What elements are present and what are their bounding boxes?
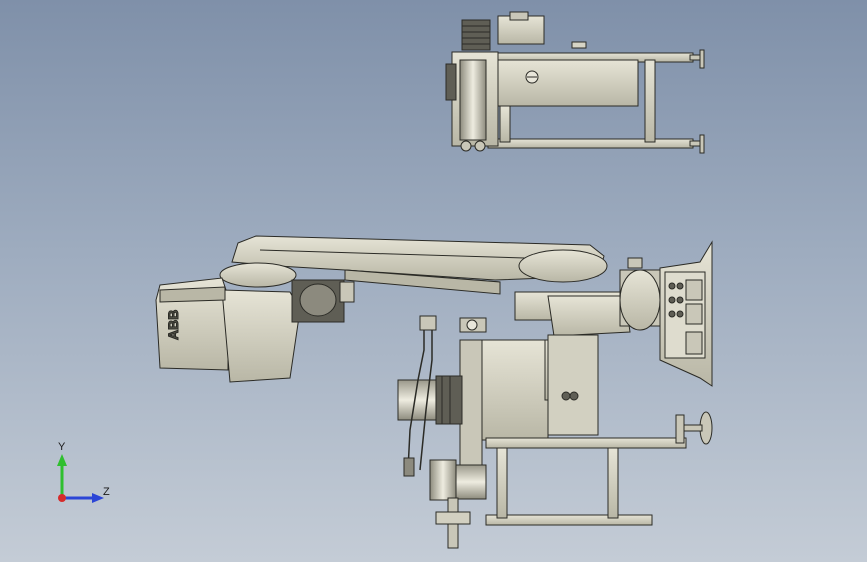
- top-view-assembly: [445, 11, 705, 154]
- y-axis-label: Y: [58, 441, 66, 453]
- x-axis-dot: [58, 494, 66, 502]
- leveling-foot: [689, 49, 705, 154]
- abb-logo: ABB: [165, 310, 181, 340]
- robot-assembly-drawing: ABB: [155, 11, 713, 549]
- cad-viewport[interactable]: ABB Y Z: [0, 0, 867, 562]
- z-axis-label: Z: [103, 486, 110, 498]
- robot-arm: ABB: [155, 235, 713, 387]
